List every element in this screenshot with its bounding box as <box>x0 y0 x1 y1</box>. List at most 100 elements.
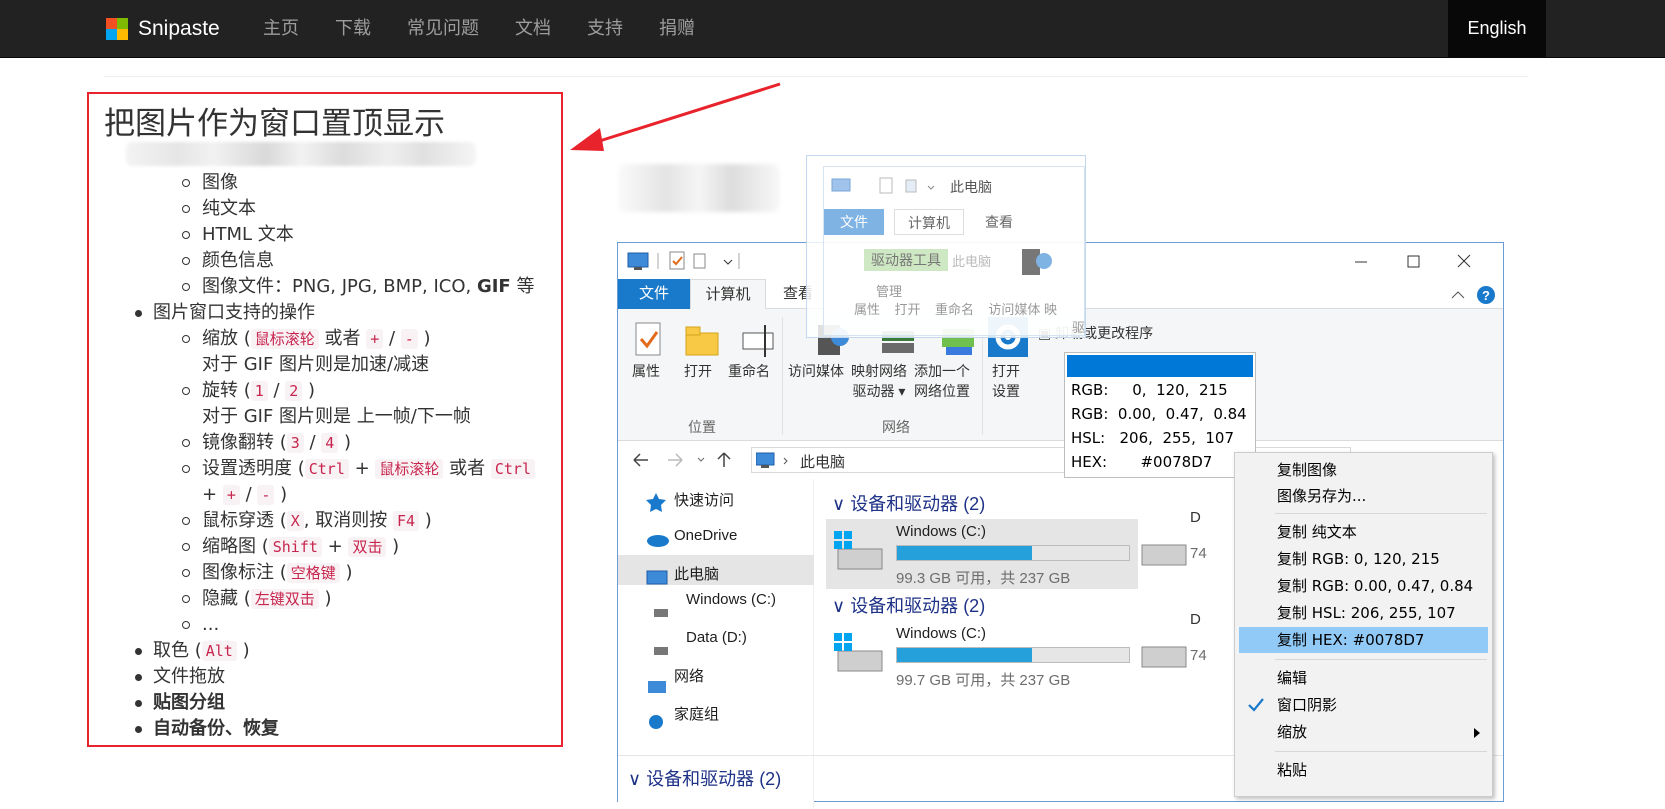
nav-network[interactable]: 网络 <box>674 665 704 686</box>
ghost-tab-file: 文件 <box>824 209 884 235</box>
drive-free: 99.7 GB 可用，共 237 GB <box>896 672 1071 689</box>
menu-copy-hsl[interactable]: 复制 HSL: 206, 255, 107 <box>1235 600 1492 626</box>
language-switch[interactable]: English <box>1448 0 1546 57</box>
tab-file[interactable]: 文件 <box>618 279 690 309</box>
bullet <box>135 310 142 317</box>
ribbon-map-drive[interactable]: 映射网络 驱动器 ▾ <box>851 361 907 401</box>
address-text: 此电脑 <box>800 454 846 471</box>
group-header[interactable]: ∨ 设备和驱动器 (2) <box>832 592 985 618</box>
ribbon-help-icons[interactable]: ? <box>1448 284 1498 306</box>
bullet <box>182 205 190 213</box>
drive-partial-name: D <box>1190 509 1201 526</box>
list-item: 缩放 (鼠标滚轮 或者 + / - ) <box>202 328 431 349</box>
list-item-note: 对于 GIF 图片则是 上一帧/下一帧 <box>202 406 471 427</box>
group-header[interactable]: ∨ 设备和驱动器 (2) <box>832 490 985 516</box>
nav-donate[interactable]: 捐赠 <box>641 0 713 57</box>
list-item: 文件拖放 <box>153 666 225 687</box>
drive-icon <box>834 531 883 570</box>
list-item: 图像标注 (空格键 ) <box>202 562 353 583</box>
bullet <box>135 674 142 681</box>
menu-save-image-as[interactable]: 图像另存为... <box>1235 483 1492 509</box>
bullet <box>182 569 190 577</box>
color-hsl: HSL: 206, 255, 107 <box>1071 429 1235 447</box>
ribbon-rename[interactable]: 重命名 <box>728 361 770 381</box>
drive-tile[interactable]: Windows (C:) 99.3 GB 可用，共 237 GB <box>826 519 1138 589</box>
drive-icon <box>834 633 883 672</box>
list-item: 贴图分组 <box>153 692 225 713</box>
bullet <box>182 257 190 265</box>
navigation-pane: 快速访问 OneDrive 此电脑 Windows (C:) Data (D:)… <box>618 479 814 809</box>
color-hex: HEX: #0078D7 <box>1071 453 1213 471</box>
nav-icons <box>646 493 669 729</box>
bullet <box>182 387 190 395</box>
drive-usage-fill <box>897 648 1032 662</box>
menu-edit[interactable]: 编辑 <box>1235 665 1492 691</box>
ghost-tab-computer: 计算机 <box>894 209 964 235</box>
ribbon-open-settings[interactable]: 打开 设置 <box>992 361 1020 401</box>
list-item: HTML 文本 <box>202 224 294 245</box>
pinned-snip-window[interactable]: 此电脑 文件 计算机 查看 驱动器工具 此电脑 管理 属性 打开 重命名 访问媒… <box>806 155 1086 338</box>
menu-copy-rgb[interactable]: 复制 RGB: 0, 120, 215 <box>1235 546 1492 572</box>
nav-quick-access[interactable]: 快速访问 <box>674 489 734 510</box>
ghost-media-icon <box>1022 249 1052 275</box>
check-icon <box>1248 698 1264 712</box>
nav-drive-d[interactable]: Data (D:) <box>686 629 747 646</box>
drive-free: 99.3 GB 可用，共 237 GB <box>896 570 1071 587</box>
bullet <box>135 726 142 733</box>
bullet <box>182 283 190 291</box>
drive-partial-name: D <box>1190 611 1201 628</box>
ghost-title: 此电脑 <box>950 179 992 195</box>
menu-copy-hex[interactable]: 复制 HEX: #0078D7 <box>1239 627 1488 653</box>
ghost-faded: 管理 <box>876 284 903 299</box>
bullet <box>182 179 190 187</box>
list-item: 自动备份、恢复 <box>153 718 279 739</box>
tab-computer[interactable]: 计算机 <box>690 279 766 310</box>
ribbon-media[interactable]: 访问媒体 <box>788 361 844 381</box>
bullet <box>182 439 190 447</box>
ribbon-add-location[interactable]: 添加一个 网络位置 <box>914 361 970 401</box>
color-rgb-float: RGB: 0.00, 0.47, 0.84 <box>1071 405 1247 423</box>
nav-arrows-icon[interactable] <box>632 449 752 471</box>
ghost-title-icons <box>831 177 935 194</box>
menu-copy-image[interactable]: 复制图像 <box>1235 457 1492 483</box>
menu-copy-plain-text[interactable]: 复制 纯文本 <box>1235 519 1492 545</box>
drive-usage-fill <box>897 546 1032 560</box>
drive-name: Windows (C:) <box>896 625 987 642</box>
bullet <box>182 517 190 525</box>
nav-onedrive[interactable]: OneDrive <box>674 527 737 544</box>
list-item: 图像 <box>202 172 238 193</box>
drive-partial-free: 74 <box>1190 545 1207 562</box>
ghost-faded: 驱 <box>1072 320 1086 335</box>
menu-window-shadow[interactable]: 窗口阴影 <box>1235 692 1492 718</box>
color-info-tooltip: RGB: 0, 120, 215 RGB: 0.00, 0.47, 0.84 H… <box>1064 352 1256 478</box>
menu-zoom[interactable]: 缩放 <box>1235 719 1492 745</box>
list-item: 图像文件：PNG, JPG, BMP, ICO, GIF 等 <box>202 276 535 297</box>
bullet <box>182 231 190 239</box>
context-menu: 复制图像 图像另存为... 复制 纯文本 复制 RGB: 0, 120, 215… <box>1234 452 1493 797</box>
ghost-faded: 此电脑 <box>952 254 992 269</box>
list-item: 镜像翻转 (3 / 4 ) <box>202 432 352 453</box>
list-item: 取色 (Alt ) <box>153 640 250 661</box>
drive-tile[interactable]: Windows (C:) 99.7 GB 可用，共 237 GB <box>826 621 1138 691</box>
submenu-arrow-icon <box>1474 728 1480 738</box>
svg-text:?: ? <box>1482 288 1490 303</box>
drive-d-icon <box>1141 646 1187 668</box>
blurred-snippet <box>618 164 780 212</box>
list-item: 纯文本 <box>202 198 256 219</box>
nav-this-pc[interactable]: 此电脑 <box>674 563 719 584</box>
menu-paste[interactable]: 粘贴 <box>1235 757 1492 783</box>
bullet <box>182 621 190 629</box>
drive-name: Windows (C:) <box>896 523 987 540</box>
computer-icon <box>756 452 788 468</box>
nav-drive-c[interactable]: Windows (C:) <box>686 591 776 608</box>
list-item: ... <box>202 614 220 635</box>
ribbon-properties[interactable]: 属性 <box>632 361 660 381</box>
nav-homegroup[interactable]: 家庭组 <box>674 703 719 724</box>
list-item: 图片窗口支持的操作 <box>153 302 315 323</box>
group-location: 位置 <box>688 419 716 435</box>
group-header[interactable]: ∨ 设备和驱动器 (2) <box>628 765 781 791</box>
ribbon-open[interactable]: 打开 <box>684 361 712 381</box>
ghost-drive-tools: 驱动器工具 <box>864 249 948 271</box>
menu-copy-rgb-float[interactable]: 复制 RGB: 0.00, 0.47, 0.84 <box>1235 573 1492 599</box>
list-item: 隐藏 (左键双击 ) <box>202 588 332 609</box>
